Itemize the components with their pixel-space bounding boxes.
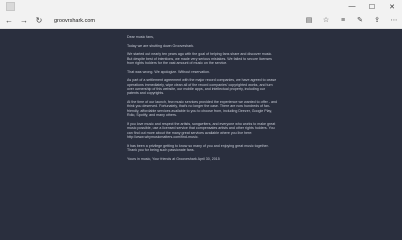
letter-paragraph: We started out nearly ten years ago with…: [127, 52, 273, 65]
letter-signature: Yours in music, Your friends at Groovesh…: [127, 156, 220, 161]
star-icon[interactable]: ☆: [320, 14, 332, 26]
back-arrow-icon[interactable]: ←: [3, 15, 15, 27]
web-note-icon[interactable]: ✎: [354, 14, 366, 26]
forward-arrow-icon[interactable]: →: [18, 15, 30, 27]
address-bar[interactable]: groovrshark.com: [50, 15, 312, 26]
hub-icon[interactable]: ≡: [337, 14, 349, 26]
reading-view-icon[interactable]: ▤: [303, 14, 315, 26]
letter-paragraph: If you love music and respect the artist…: [127, 121, 276, 140]
window-controls: — ☐ ✕: [342, 0, 402, 13]
tab-icon[interactable]: [6, 2, 15, 11]
letter-paragraph: It has been a privilege getting to know …: [127, 143, 269, 153]
browser-title-bar: — ☐ ✕: [0, 0, 402, 13]
window-bottom-border: [0, 240, 402, 250]
letter-paragraph: Dear music fans,: [127, 35, 154, 39]
minimize-button[interactable]: —: [342, 0, 362, 13]
shutdown-letter: Dear music fans, Today we are shutting d…: [127, 35, 277, 165]
browser-navigation-bar: ← → ↻ groovrshark.com ▤ ☆ ≡ ✎ ⇪ ⋯: [0, 13, 402, 29]
page-content: Dear music fans, Today we are shutting d…: [0, 29, 402, 240]
share-icon[interactable]: ⇪: [371, 14, 383, 26]
maximize-button[interactable]: ☐: [362, 0, 382, 13]
refresh-icon[interactable]: ↻: [33, 15, 45, 27]
letter-paragraph: Today we are shutting down Grooveshark.: [127, 43, 195, 48]
more-icon[interactable]: ⋯: [388, 14, 400, 26]
close-button[interactable]: ✕: [382, 0, 402, 13]
address-text: groovrshark.com: [54, 17, 95, 24]
letter-paragraph: That was wrong. We apologize. Without re…: [127, 69, 211, 74]
letter-paragraph: As part of a settlement agreement with t…: [127, 78, 277, 96]
letter-paragraph: At the time of our launch, few music ser…: [127, 100, 277, 118]
browser-toolbar-right: ▤ ☆ ≡ ✎ ⇪ ⋯: [298, 14, 400, 26]
